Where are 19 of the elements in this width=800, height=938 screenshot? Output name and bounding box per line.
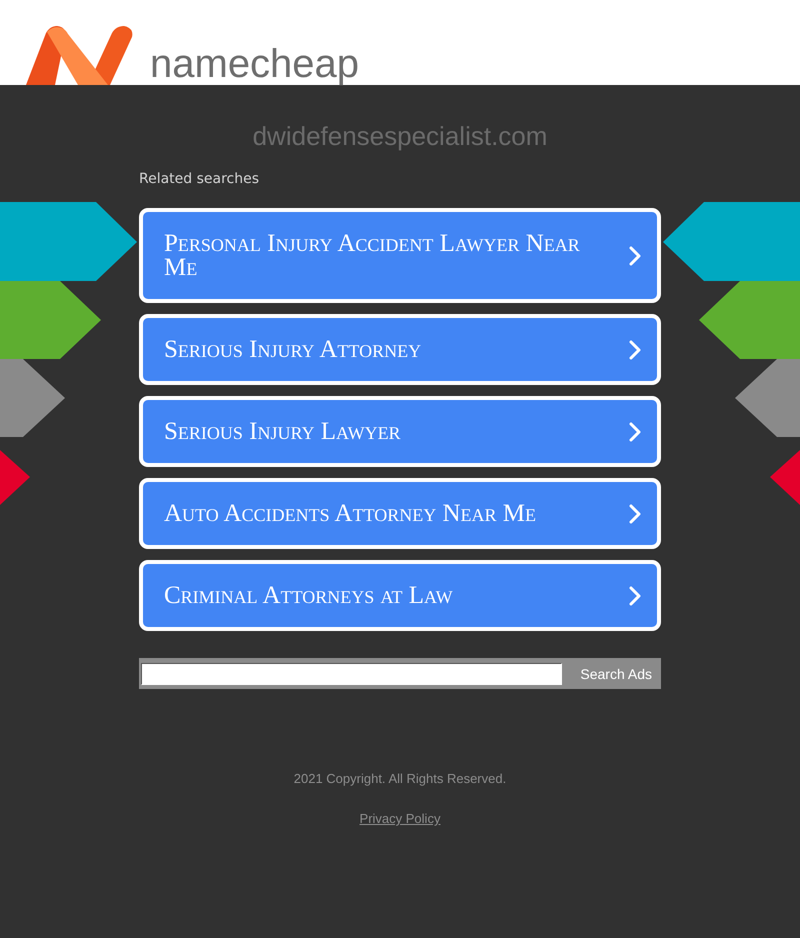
related-search-link[interactable]: Auto Accidents Attorney Near Me <box>139 478 661 549</box>
chevron-right-icon <box>629 504 641 524</box>
logo-text: namecheap <box>150 43 360 85</box>
privacy-policy-link[interactable]: Privacy Policy <box>360 811 440 827</box>
chevron-right-icon <box>629 586 641 606</box>
search-field[interactable] <box>141 662 562 684</box>
arrow-banner <box>770 450 800 505</box>
related-search-link[interactable]: Serious Injury Attorney <box>139 314 661 385</box>
related-search-link[interactable]: Personal Injury Accident Lawyer Near Me <box>139 208 661 303</box>
chevron-right-icon <box>629 340 641 360</box>
chevron-right-icon <box>629 246 641 266</box>
logo-icon <box>26 26 134 85</box>
related-search-link[interactable]: Criminal Attorneys at Law <box>139 560 661 631</box>
chevron-right-icon <box>629 422 641 442</box>
copyright-text: 2021 Copyright. All Rights Reserved. <box>294 771 506 787</box>
related-searches-heading: Related searches <box>139 170 260 188</box>
related-search-link[interactable]: Serious Injury Lawyer <box>139 396 661 467</box>
domain-title: dwidefensespecialist.com <box>252 121 548 151</box>
arrow-banner <box>0 450 30 505</box>
